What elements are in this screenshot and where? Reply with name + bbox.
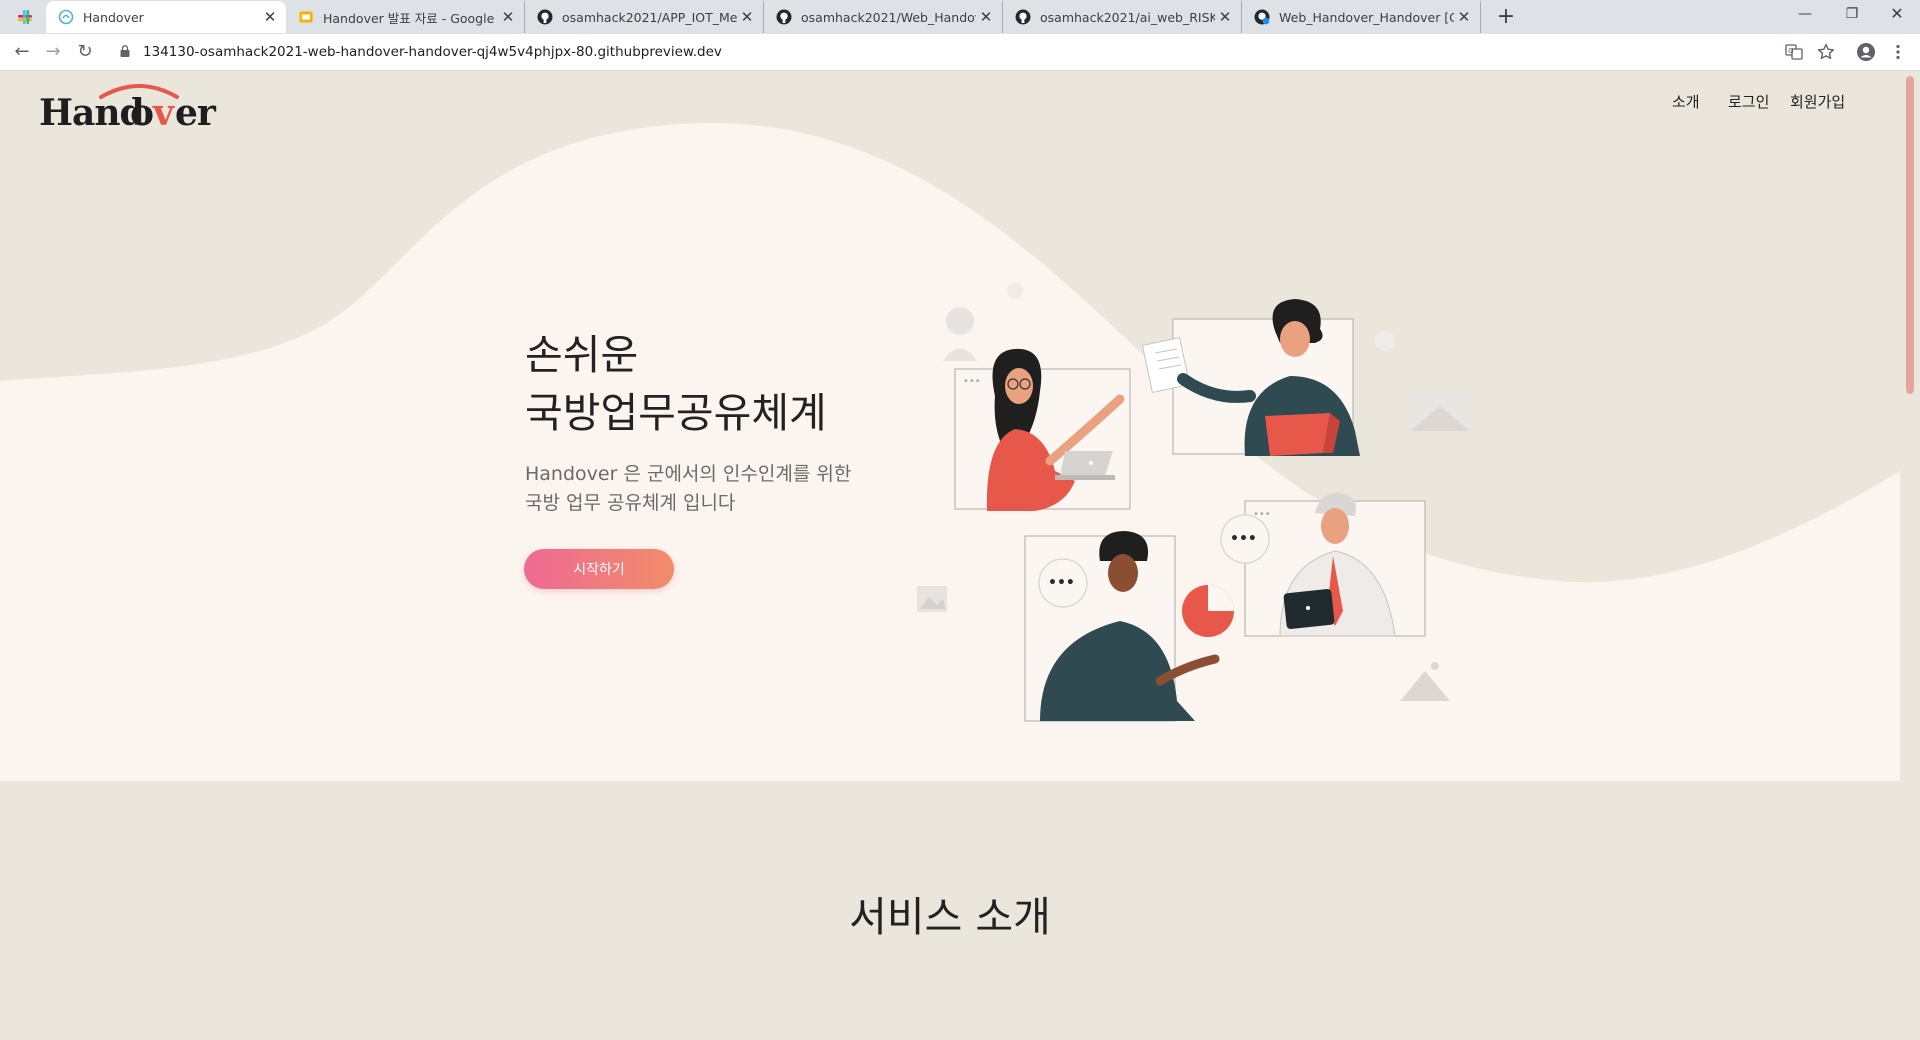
tab-github-handover[interactable]: osamhack2021/Web_Handover_ ✕ xyxy=(764,1,1003,33)
github-icon xyxy=(776,9,792,25)
address-bar[interactable]: 134130-osamhack2021-web-handover-handove… xyxy=(143,44,722,60)
github-icon xyxy=(1015,9,1031,25)
forward-button[interactable]: → xyxy=(41,41,65,62)
more-menu-icon[interactable] xyxy=(1888,42,1908,62)
browser-toolbar: ← → ↻ 134130-osamhack2021-web-handover-h… xyxy=(0,34,1920,71)
tab-title: Handover xyxy=(83,9,144,25)
github-icon xyxy=(537,9,553,25)
translate-icon[interactable]: G xyxy=(1784,42,1804,62)
close-tab-icon[interactable]: ✕ xyxy=(1454,8,1474,26)
svg-text:o: o xyxy=(130,92,153,133)
svg-text:er: er xyxy=(175,92,217,133)
tab-handover[interactable]: Handover ✕ xyxy=(46,1,286,33)
tab-title: osamhack2021/APP_IOT_MealSc xyxy=(562,9,737,25)
team-collaboration-illustration: ••• ••• ••• ••• xyxy=(917,283,1470,722)
tab-github-meal[interactable]: osamhack2021/APP_IOT_MealSc ✕ xyxy=(525,1,764,33)
close-tab-icon[interactable]: ✕ xyxy=(737,8,757,26)
hero-description: Handover 은 군에서의 인수인계를 위한 국방 업무 공유체계 입니다 xyxy=(525,460,851,518)
nav-link-signup[interactable]: 회원가입 xyxy=(1790,91,1845,112)
reload-button[interactable]: ↻ xyxy=(73,41,97,62)
svg-text:•••: ••• xyxy=(1048,575,1075,591)
scrollbar-thumb[interactable] xyxy=(1906,76,1914,394)
hero-description-line: Handover 은 군에서의 인수인계를 위한 xyxy=(525,463,852,485)
restore-button[interactable]: ❐ xyxy=(1837,6,1867,22)
svg-text:v: v xyxy=(152,92,175,133)
svg-text:G: G xyxy=(1788,47,1793,55)
tab-google-slides[interactable]: Handover 발표 자료 - Google Sl ✕ xyxy=(286,1,525,33)
hero-headline-line: 손쉬운 xyxy=(525,331,639,379)
hero-description-line: 국방 업무 공유체계 입니다 xyxy=(525,492,736,514)
nav-link-about[interactable]: 소개 xyxy=(1672,91,1700,112)
codespaces-icon xyxy=(1254,9,1270,25)
google-slides-icon xyxy=(298,9,314,25)
slack-icon[interactable] xyxy=(16,8,34,26)
close-tab-icon[interactable]: ✕ xyxy=(498,8,518,26)
tab-title: Handover 발표 자료 - Google Sl xyxy=(323,10,498,26)
close-tab-icon[interactable]: ✕ xyxy=(260,8,280,26)
browser-tab-strip: Handover ✕ Handover 발표 자료 - Google Sl ✕ … xyxy=(0,0,1920,34)
services-section-title: 서비스 소개 xyxy=(849,893,1051,941)
minimize-button[interactable]: — xyxy=(1790,6,1820,22)
page-viewport: Hand o v er 소개 로그인 회원가입 손쉬운 국방업무공유체계 Han… xyxy=(0,71,1900,1040)
tab-github-riskout[interactable]: osamhack2021/ai_web_RISKOUT ✕ xyxy=(1003,1,1242,33)
close-tab-icon[interactable]: ✕ xyxy=(1215,8,1235,26)
new-tab-button[interactable]: + xyxy=(1494,4,1518,29)
close-tab-icon[interactable]: ✕ xyxy=(976,8,996,26)
profile-avatar-icon[interactable] xyxy=(1856,42,1876,62)
tab-codespaces[interactable]: Web_Handover_Handover [Code ✕ xyxy=(1242,1,1481,33)
tab-title: osamhack2021/Web_Handover_ xyxy=(801,9,976,25)
hero-headline-line: 국방업무공유체계 xyxy=(525,389,827,437)
handover-logo-icon xyxy=(58,9,74,25)
get-started-button[interactable]: 시작하기 xyxy=(524,549,674,589)
back-button[interactable]: ← xyxy=(10,41,34,62)
svg-text:Hand: Hand xyxy=(39,92,145,133)
hero-headline: 손쉬운 국방업무공유체계 xyxy=(525,326,827,442)
tab-title: osamhack2021/ai_web_RISKOUT xyxy=(1040,9,1215,25)
bookmark-star-icon[interactable] xyxy=(1816,42,1836,62)
page-scrollbar[interactable] xyxy=(1900,71,1920,1040)
svg-text:•••: ••• xyxy=(1230,531,1257,547)
window-close-button[interactable]: ✕ xyxy=(1882,4,1912,23)
handover-logo[interactable]: Hand o v er xyxy=(39,81,219,133)
svg-text:•••: ••• xyxy=(963,376,981,387)
nav-link-login[interactable]: 로그인 xyxy=(1728,91,1769,112)
tab-title: Web_Handover_Handover [Code xyxy=(1279,9,1454,25)
lock-icon[interactable] xyxy=(120,45,130,57)
